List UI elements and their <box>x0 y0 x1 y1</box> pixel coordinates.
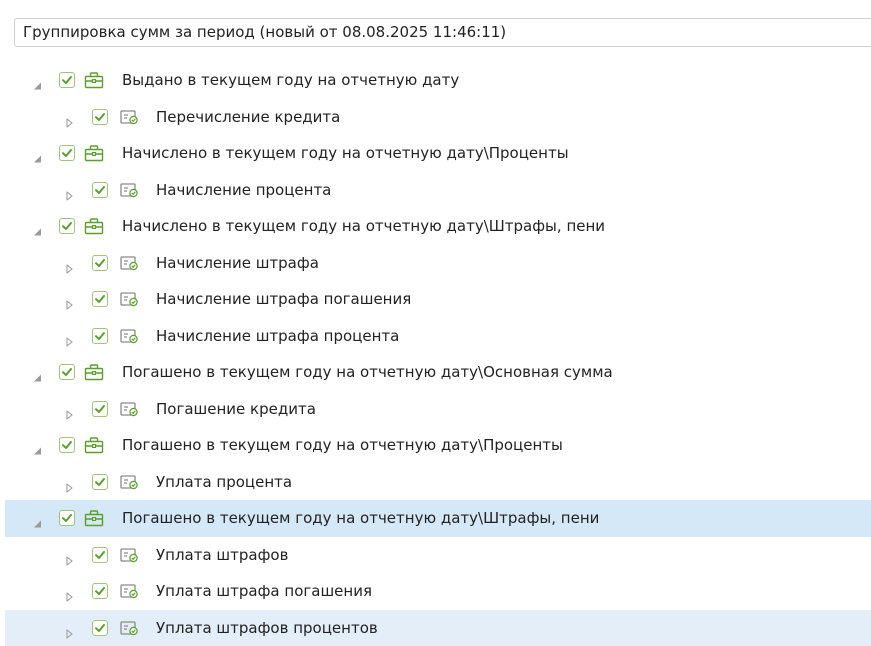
tree-item-row[interactable]: Уплата штрафов <box>0 537 871 574</box>
expand-arrow-icon[interactable] <box>65 623 74 632</box>
row-label: Погашение кредита <box>156 400 316 418</box>
tree-item-row[interactable]: Начисление штрафа <box>0 245 871 282</box>
row-label: Погашено в текущем году на отчетную дату… <box>122 436 563 454</box>
row-checkbox[interactable] <box>92 182 108 198</box>
operation-icon <box>119 254 139 272</box>
row-label: Начисление штрафа процента <box>156 327 399 345</box>
operation-icon <box>119 582 139 600</box>
expand-arrow-icon[interactable] <box>65 404 74 413</box>
tree-item-row[interactable]: Уплата штрафа погашения <box>0 573 871 610</box>
tree-item-row[interactable]: Уплата штрафов процентов <box>5 610 871 646</box>
expand-arrow-icon[interactable] <box>65 295 74 304</box>
collapse-arrow-icon[interactable] <box>33 76 42 85</box>
tree-item-row[interactable]: Уплата процента <box>0 464 871 501</box>
collapse-arrow-icon[interactable] <box>33 149 42 158</box>
row-checkbox[interactable] <box>92 474 108 490</box>
row-checkbox[interactable] <box>92 547 108 563</box>
operation-icon <box>119 619 139 637</box>
expand-arrow-icon[interactable] <box>65 477 74 486</box>
grouping-title-field[interactable]: Группировка сумм за период (новый от 08.… <box>14 18 871 47</box>
row-label: Погашено в текущем году на отчетную дату… <box>122 363 613 381</box>
row-label: Начислено в текущем году на отчетную дат… <box>122 217 605 235</box>
tree-group-row[interactable]: Погашено в текущем году на отчетную дату… <box>5 500 871 537</box>
operation-icon <box>119 400 139 418</box>
operation-icon <box>119 290 139 308</box>
row-label: Начисление штрафа погашения <box>156 290 411 308</box>
collapse-arrow-icon[interactable] <box>33 514 42 523</box>
row-checkbox[interactable] <box>92 291 108 307</box>
row-checkbox[interactable] <box>92 620 108 636</box>
row-checkbox[interactable] <box>59 72 75 88</box>
tree-item-row[interactable]: Начисление штрафа процента <box>0 318 871 355</box>
tree-item-row[interactable]: Начисление процента <box>0 172 871 209</box>
collapse-arrow-icon[interactable] <box>33 441 42 450</box>
tree-item-row[interactable]: Начисление штрафа погашения <box>0 281 871 318</box>
row-label: Начисление процента <box>156 181 331 199</box>
expand-arrow-icon[interactable] <box>65 112 74 121</box>
row-checkbox[interactable] <box>59 218 75 234</box>
tree-group-row[interactable]: Погашено в текущем году на отчетную дату… <box>0 427 871 464</box>
group-folder-icon <box>84 71 104 89</box>
tree-group-row[interactable]: Погашено в текущем году на отчетную дату… <box>0 354 871 391</box>
row-label: Уплата штрафов процентов <box>156 619 378 637</box>
row-label: Уплата штрафов <box>156 546 288 564</box>
row-checkbox[interactable] <box>59 145 75 161</box>
operation-icon <box>119 181 139 199</box>
row-checkbox[interactable] <box>59 510 75 526</box>
row-checkbox[interactable] <box>59 364 75 380</box>
row-checkbox[interactable] <box>92 328 108 344</box>
expand-arrow-icon[interactable] <box>65 587 74 596</box>
tree-item-row[interactable]: Погашение кредита <box>0 391 871 428</box>
row-label: Выдано в текущем году на отчетную дату <box>122 71 459 89</box>
group-folder-icon <box>84 144 104 162</box>
collapse-arrow-icon[interactable] <box>33 368 42 377</box>
row-label: Начислено в текущем году на отчетную дат… <box>122 144 569 162</box>
tree-group-row[interactable]: Начислено в текущем году на отчетную дат… <box>0 208 871 245</box>
operation-icon <box>119 546 139 564</box>
group-folder-icon <box>84 363 104 381</box>
tree-group-row[interactable]: Выдано в текущем году на отчетную дату <box>0 62 871 99</box>
expand-arrow-icon[interactable] <box>65 331 74 340</box>
expand-arrow-icon[interactable] <box>65 185 74 194</box>
row-checkbox[interactable] <box>92 109 108 125</box>
tree-group-row[interactable]: Начислено в текущем году на отчетную дат… <box>0 135 871 172</box>
row-label: Уплата процента <box>156 473 292 491</box>
expand-arrow-icon[interactable] <box>65 550 74 559</box>
grouping-tree: Выдано в текущем году на отчетную дату Пе… <box>0 62 871 646</box>
group-folder-icon <box>84 509 104 527</box>
row-checkbox[interactable] <box>92 255 108 271</box>
operation-icon <box>119 473 139 491</box>
row-label: Перечисление кредита <box>156 108 340 126</box>
tree-item-row[interactable]: Перечисление кредита <box>0 99 871 136</box>
collapse-arrow-icon[interactable] <box>33 222 42 231</box>
row-checkbox[interactable] <box>92 583 108 599</box>
expand-arrow-icon[interactable] <box>65 258 74 267</box>
row-checkbox[interactable] <box>59 437 75 453</box>
row-label: Погашено в текущем году на отчетную дату… <box>122 509 599 527</box>
row-label: Начисление штрафа <box>156 254 319 272</box>
operation-icon <box>119 327 139 345</box>
operation-icon <box>119 108 139 126</box>
group-folder-icon <box>84 436 104 454</box>
row-label: Уплата штрафа погашения <box>156 582 372 600</box>
group-folder-icon <box>84 217 104 235</box>
row-checkbox[interactable] <box>92 401 108 417</box>
